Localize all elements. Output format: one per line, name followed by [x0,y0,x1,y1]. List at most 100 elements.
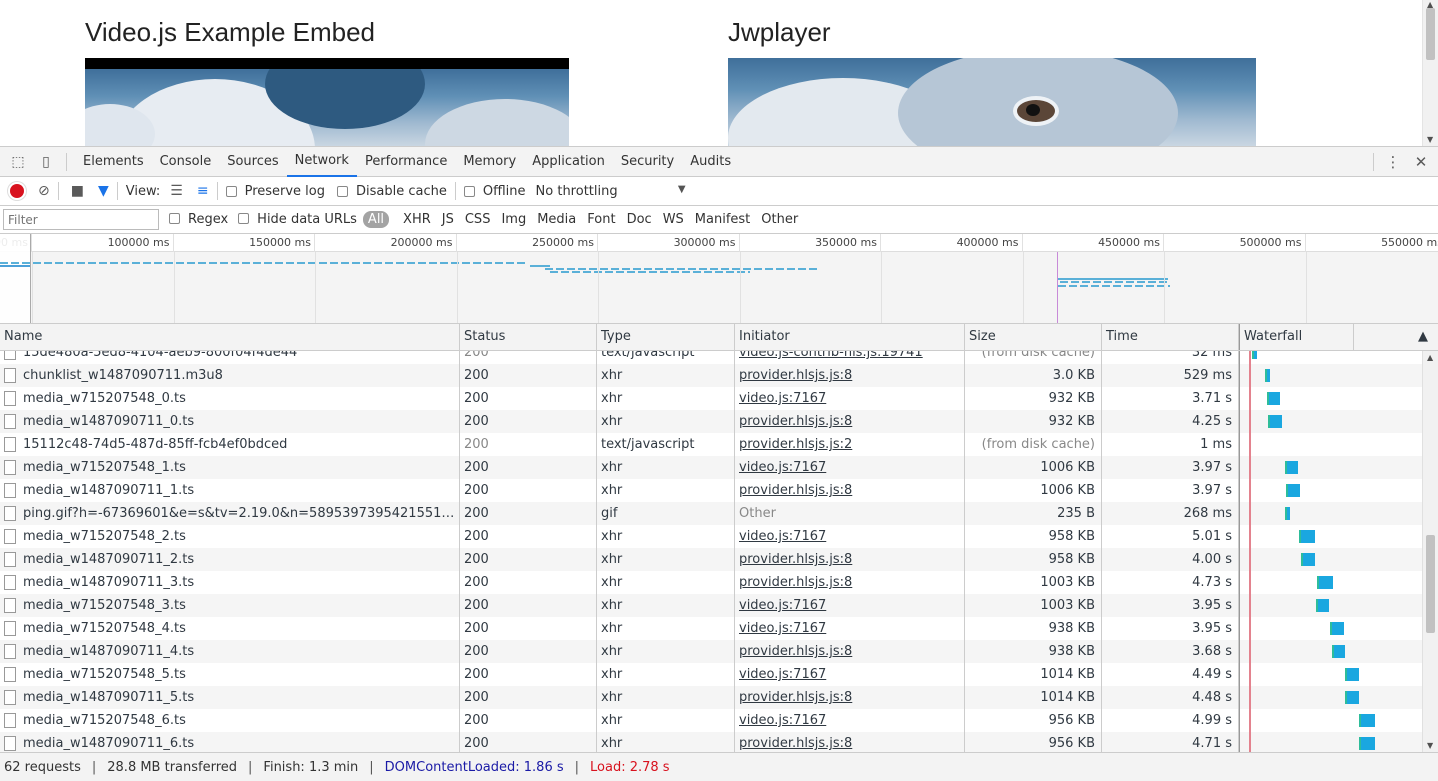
page-scroll-thumb[interactable] [1426,8,1435,60]
device-toolbar-icon[interactable]: ▯ [36,152,56,172]
capture-screenshots-icon[interactable]: ■ [71,183,84,199]
inspect-element-icon[interactable]: ⬚ [8,152,28,172]
jwplayer-player[interactable] [728,58,1256,146]
request-initiator-cell[interactable]: provider.hlsjs.js:8 [735,364,965,387]
request-initiator[interactable]: provider.hlsjs.js:8 [739,575,852,590]
throttling-select[interactable]: No throttling ▼ [536,184,686,199]
request-name-cell[interactable]: media_w715207548_5.ts [0,663,460,686]
request-initiator-cell[interactable]: video.js:7167 [735,525,965,548]
table-scrollbar[interactable]: ▲ ▼ [1422,351,1438,752]
tab-sources[interactable]: Sources [219,147,286,177]
col-header-name[interactable]: Name [0,324,460,350]
request-initiator[interactable]: video.js:7167 [739,529,826,544]
request-initiator-cell[interactable]: provider.hlsjs.js:8 [735,548,965,571]
filter-type-other[interactable]: Other [757,211,802,228]
col-header-type[interactable]: Type [597,324,735,350]
filter-type-img[interactable]: Img [497,211,530,228]
request-name-cell[interactable]: media_w715207548_3.ts [0,594,460,617]
request-row[interactable]: media_w1487090711_0.ts 200 xhr provider.hls… [0,410,1438,433]
request-name-cell[interactable]: media_w1487090711_6.ts [0,732,460,752]
disable-cache-checkbox[interactable] [337,185,349,197]
request-initiator[interactable]: provider.hlsjs.js:8 [739,414,852,429]
request-initiator[interactable]: provider.hlsjs.js:8 [739,483,852,498]
request-initiator-cell[interactable]: provider.hlsjs.js:8 [735,571,965,594]
close-devtools-icon[interactable]: ✕ [1410,153,1432,171]
table-scroll-down-icon[interactable]: ▼ [1427,741,1433,750]
overview-icon[interactable]: ≡ [197,183,209,199]
request-name-cell[interactable]: media_w715207548_6.ts [0,709,460,732]
request-name-cell[interactable]: media_w715207548_4.ts [0,617,460,640]
overview-selection-handle[interactable] [0,234,31,323]
request-initiator[interactable]: provider.hlsjs.js:8 [739,644,852,659]
request-initiator[interactable]: provider.hlsjs.js:8 [739,736,852,751]
request-initiator-cell[interactable]: video.js:7167 [735,456,965,479]
request-initiator[interactable]: provider.hlsjs.js:8 [739,552,852,567]
request-name-cell[interactable]: chunklist_w1487090711.m3u8 [0,364,460,387]
videojs-player[interactable] [85,58,569,146]
request-initiator[interactable]: video.js:7167 [739,598,826,613]
request-name-cell[interactable]: media_w715207548_0.ts [0,387,460,410]
request-row[interactable]: media_w1487090711_1.ts 200 xhr provider.hls… [0,479,1438,502]
filter-type-manifest[interactable]: Manifest [691,211,754,228]
request-initiator[interactable]: video.js:7167 [739,391,826,406]
request-row[interactable]: media_w1487090711_3.ts 200 xhr provider.hls… [0,571,1438,594]
tab-performance[interactable]: Performance [357,147,455,177]
request-name-cell[interactable]: media_w1487090711_2.ts [0,548,460,571]
request-initiator[interactable]: provider.hlsjs.js:2 [739,437,852,452]
request-initiator-cell[interactable]: provider.hlsjs.js:2 [735,433,965,456]
tab-application[interactable]: Application [524,147,613,177]
hide-data-urls-option[interactable]: Hide data URLs [238,212,357,227]
request-row[interactable]: media_w715207548_0.ts 200 xhr video.js:7167… [0,387,1438,410]
col-header-initiator[interactable]: Initiator [735,324,965,350]
tab-audits[interactable]: Audits [682,147,739,177]
request-initiator-cell[interactable]: provider.hlsjs.js:8 [735,732,965,752]
tab-security[interactable]: Security [613,147,682,177]
request-row[interactable]: media_w1487090711_6.ts 200 xhr provider.hls… [0,732,1438,752]
network-overview[interactable]: 50000 ms100000 ms150000 ms200000 ms25000… [0,234,1438,324]
preserve-log-checkbox[interactable] [225,185,237,197]
request-initiator[interactable]: provider.hlsjs.js:8 [739,690,852,705]
table-scroll-up-icon[interactable]: ▲ [1427,353,1433,362]
request-initiator-cell[interactable]: provider.hlsjs.js:8 [735,686,965,709]
filter-type-media[interactable]: Media [533,211,580,228]
request-initiator-cell[interactable]: video.js:7167 [735,594,965,617]
request-initiator[interactable]: provider.hlsjs.js:8 [739,368,852,383]
scroll-down-arrow-icon[interactable]: ▼ [1427,135,1433,144]
record-button[interactable] [10,184,24,198]
request-row[interactable]: media_w715207548_1.ts 200 xhr video.js:7167… [0,456,1438,479]
request-name-cell[interactable]: media_w715207548_1.ts [0,456,460,479]
sort-ascending-icon[interactable]: ▲ [1354,324,1438,350]
request-row[interactable]: media_w715207548_4.ts 200 xhr video.js:7167… [0,617,1438,640]
request-initiator[interactable]: video.js:7167 [739,713,826,728]
request-name-cell[interactable]: media_w1487090711_0.ts [0,410,460,433]
request-name-cell[interactable]: 15de480a-5ed8-4104-aeb9-800f04f4de44 [0,351,460,364]
request-row[interactable]: media_w1487090711_2.ts 200 xhr provider.hls… [0,548,1438,571]
request-row[interactable]: 15112c48-74d5-487d-85ff-fcb4ef0bdced 200 t… [0,433,1438,456]
request-initiator-cell[interactable]: video.js:7167 [735,663,965,686]
request-initiator-cell[interactable]: provider.hlsjs.js:8 [735,640,965,663]
request-initiator-cell[interactable]: provider.hlsjs.js:8 [735,479,965,502]
request-row[interactable]: media_w715207548_2.ts 200 xhr video.js:7167… [0,525,1438,548]
tab-console[interactable]: Console [152,147,220,177]
col-header-waterfall[interactable]: Waterfall [1239,324,1354,350]
large-rows-icon[interactable]: ☰ [170,183,183,199]
request-initiator[interactable]: video.js:7167 [739,460,826,475]
request-name-cell[interactable]: ping.gif?h=-67369601&e=s&tv=2.19.0&n=589… [0,502,460,525]
clear-icon[interactable]: ⊘ [38,183,50,199]
request-initiator-cell[interactable]: video.js:7167 [735,387,965,410]
request-name-cell[interactable]: media_w1487090711_3.ts [0,571,460,594]
request-row[interactable]: media_w715207548_5.ts 200 xhr video.js:7167… [0,663,1438,686]
filter-type-all[interactable]: All [362,211,390,228]
filter-type-xhr[interactable]: XHR [399,211,435,228]
request-initiator-cell[interactable]: video.js-contrib-hls.js:19741 [735,351,965,364]
request-initiator[interactable]: video.js:7167 [739,667,826,682]
request-name-cell[interactable]: media_w1487090711_1.ts [0,479,460,502]
filter-type-js[interactable]: JS [438,211,458,228]
filter-type-doc[interactable]: Doc [623,211,656,228]
request-name-cell[interactable]: media_w715207548_2.ts [0,525,460,548]
request-name-cell[interactable]: media_w1487090711_4.ts [0,640,460,663]
filter-icon[interactable]: ▼ [98,183,109,199]
filter-type-font[interactable]: Font [583,211,619,228]
request-row[interactable]: media_w1487090711_5.ts 200 xhr provider.hls… [0,686,1438,709]
regex-option[interactable]: Regex [169,212,228,227]
